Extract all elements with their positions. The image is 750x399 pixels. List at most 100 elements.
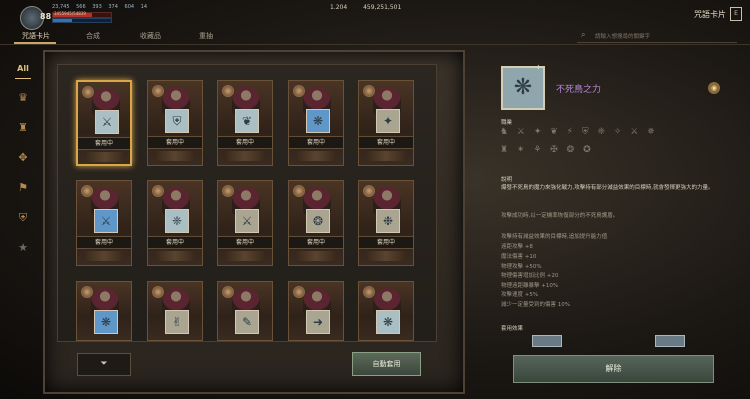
card-status-label: 套用中 — [148, 136, 202, 149]
auto-apply-button[interactable]: 自動套用 — [352, 352, 421, 376]
card-status-label: 套用中 — [359, 136, 413, 149]
tab-redraw[interactable]: 重抽 — [199, 31, 213, 41]
spell-card[interactable]: ❋ — [76, 281, 132, 341]
spell-card[interactable]: ✌ — [147, 281, 203, 341]
close-button[interactable]: E — [730, 7, 742, 21]
spell-card[interactable]: ✦ 套用中 — [358, 80, 414, 166]
star-rank-icon: ✦ — [535, 63, 542, 72]
card-emblem-icon: ✎ — [235, 310, 259, 334]
card-emblem-icon: ❈ — [165, 209, 189, 233]
stat-line: 減少一定量受到的傷害 10% — [501, 302, 570, 308]
card-emblem-icon: ✌ — [165, 310, 189, 334]
card-base — [367, 151, 405, 161]
card-status-label: 套用中 — [359, 236, 413, 249]
description-text-1: 爆發不死鳥的魔力來強化戰力,攻擊持有部分減益效果的目標時,就會發揮更強大的力量。 — [501, 185, 714, 191]
diamond-currency: 1.204 — [330, 4, 348, 11]
gold-currency: 459,251,501 — [363, 4, 402, 11]
spell-card[interactable]: ⚔ 套用中 — [76, 80, 132, 166]
profession-icons-row2: ♜ ✶ ⚘ ✠ ❂ ✪ — [500, 145, 594, 155]
profession-icons-row1: ♞ ⚔ ✦ ❦ ⚡ ⛨ ❈ ✧ ⚔ ✵ — [500, 127, 658, 137]
card-base — [226, 151, 264, 161]
stat-line: 物理攻擊 +50% — [501, 264, 542, 270]
description-text-2: 攻擊成功時,以一定機率恢復部分的不死鳥護盾。 — [501, 213, 619, 219]
card-emblem-icon: ⚔ — [235, 209, 259, 233]
card-base — [367, 251, 405, 261]
apply-effect-slot — [532, 335, 562, 347]
stat-value: 23,745 — [52, 4, 70, 10]
star-icon[interactable]: ★ — [14, 239, 32, 257]
card-emblem-icon: ✦ — [376, 109, 400, 133]
card-status-label: 套用中 — [289, 136, 343, 149]
search-box: ⌕ — [577, 29, 737, 43]
mp-fill — [53, 19, 73, 22]
spell-card[interactable]: ❉ 套用中 — [358, 180, 414, 266]
card-base — [297, 251, 335, 261]
shield-icon[interactable]: ⛨ — [14, 209, 32, 227]
spell-card[interactable]: ❋ 套用中 — [288, 80, 344, 166]
spell-card[interactable]: ❈ 套用中 — [147, 180, 203, 266]
crest-icon[interactable]: ♛ — [14, 89, 32, 107]
wing-crest-icon[interactable]: ✥ — [14, 149, 32, 167]
card-emblem-icon: ❋ — [376, 310, 400, 334]
card-status-label: 套用中 — [218, 136, 272, 149]
player-stats: 23,745 566 393 374 604 14 — [52, 4, 152, 10]
card-base — [156, 251, 194, 261]
card-emblem-icon: ❋ — [306, 109, 330, 133]
spell-card[interactable]: ⛨ 套用中 — [147, 80, 203, 166]
search-input[interactable] — [593, 30, 737, 43]
fire-crest-icon[interactable]: ♜ — [14, 119, 32, 137]
stat-value: 14 — [140, 4, 148, 10]
card-emblem-icon: ⚔ — [94, 209, 118, 233]
spell-card[interactable]: ➜ — [288, 281, 344, 341]
stat-value: 374 — [108, 4, 118, 10]
active-tab-indicator — [14, 42, 56, 44]
stat-value: 566 — [76, 4, 86, 10]
selected-card-name: 不死鳥之力 — [556, 85, 602, 95]
card-emblem-icon: ❋ — [94, 310, 118, 334]
stat-line: 攻擊速度 +5% — [501, 292, 539, 298]
info-icon[interactable]: ◉ — [708, 82, 720, 94]
card-emblem-icon: ❂ — [306, 209, 330, 233]
tab-spell-cards[interactable]: 咒語卡片 — [22, 31, 50, 41]
description-text-3: 攻擊持有減益效果的目標時,追加提升能力值 — [501, 234, 608, 240]
card-base — [297, 151, 335, 161]
stat-value: 393 — [92, 4, 102, 10]
apply-effect-label: 套用效果 — [501, 326, 524, 332]
spell-card[interactable]: ⚔ 套用中 — [217, 180, 273, 266]
description-label: 說明 — [501, 177, 513, 183]
spell-card[interactable]: ⚔ 套用中 — [76, 180, 132, 266]
tab-collection[interactable]: 收藏品 — [140, 31, 161, 41]
window-title: 咒語卡片 — [694, 10, 726, 19]
card-status-label: 套用中 — [78, 137, 130, 150]
category-all[interactable]: All — [15, 60, 31, 79]
hp-text: 3455945/54839 — [54, 11, 86, 16]
currency-display: 1.204 459,251,501 — [330, 4, 415, 11]
card-status-label: 套用中 — [148, 236, 202, 249]
card-status-label: 套用中 — [218, 236, 272, 249]
selected-card-emblem: ❋ — [501, 66, 545, 110]
card-emblem-icon: ❉ — [376, 209, 400, 233]
card-base — [156, 151, 194, 161]
banner-icon[interactable]: ⚑ — [14, 179, 32, 197]
card-emblem-icon: ⚔ — [95, 110, 119, 134]
spell-card[interactable]: ❋ — [358, 281, 414, 341]
tab-synthesis[interactable]: 合成 — [86, 31, 100, 41]
stat-value: 604 — [124, 4, 135, 10]
stat-line: 魔法傷害 +10 — [501, 254, 537, 260]
stat-line: 物理傷害增加比例 +20 — [501, 273, 559, 279]
search-icon: ⌕ — [581, 30, 586, 39]
mp-bar — [52, 18, 112, 23]
spell-card[interactable]: ✎ — [217, 281, 273, 341]
card-base — [85, 251, 123, 261]
stat-line: 遠距攻擊 +8 — [501, 244, 533, 250]
player-level: 88 — [40, 12, 52, 21]
spell-card[interactable]: ❂ 套用中 — [288, 180, 344, 266]
card-status-label: 套用中 — [77, 236, 131, 249]
apply-effect-slot — [655, 335, 685, 347]
card-status-label: 套用中 — [289, 236, 343, 249]
remove-button[interactable]: 解除 — [513, 355, 714, 383]
filter-button[interactable]: ⏷ — [77, 353, 131, 376]
spell-card[interactable]: ❦ 套用中 — [217, 80, 273, 166]
profession-label: 職業 — [501, 120, 513, 126]
card-emblem-icon: ⛨ — [165, 109, 189, 133]
